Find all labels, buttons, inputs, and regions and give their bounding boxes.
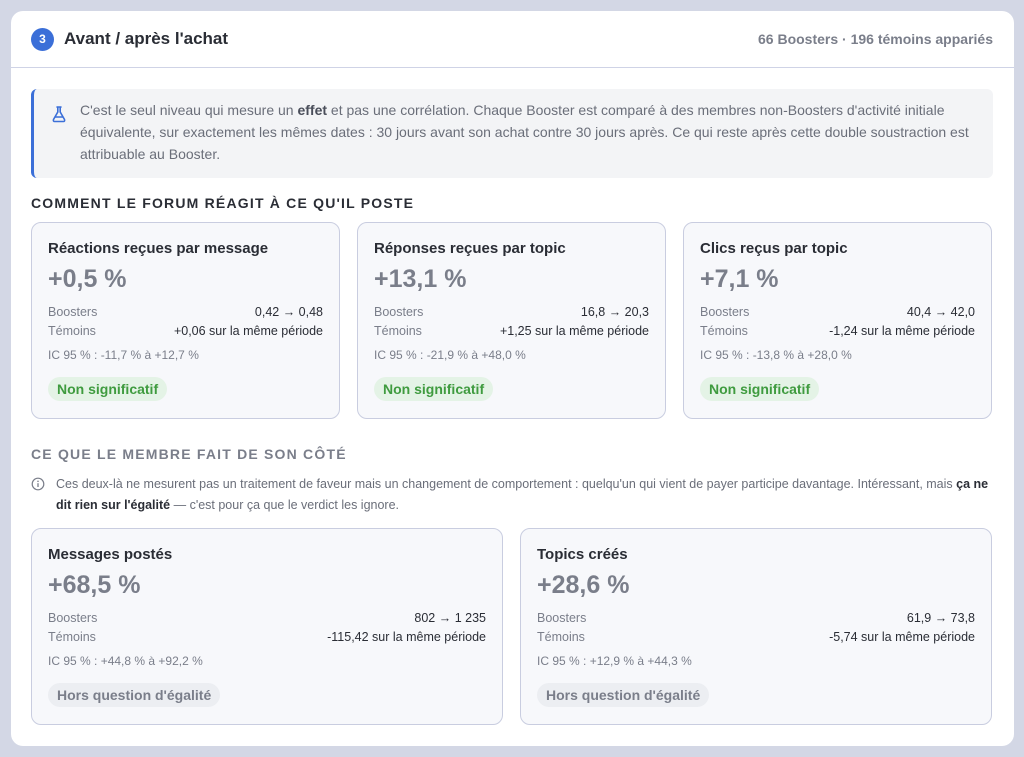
card-value: +7,1 % xyxy=(700,265,779,293)
metric-card-messages: Messages postés +68,5 % Boosters 802 → 1 … xyxy=(31,528,503,725)
temoins-row: Témoins -115,42 sur la même période xyxy=(48,630,486,644)
equality-badge: Hors question d'égalité xyxy=(48,683,221,707)
boosters-value: 61,9 → 73,8 xyxy=(906,611,975,625)
boosters-label: Boosters xyxy=(537,611,587,625)
boosters-label: Boosters xyxy=(48,611,98,625)
section-title-member: CE QUE LE MEMBRE FAIT DE SON CÔTÉ xyxy=(31,446,347,462)
panel-title: Avant / après l'achat xyxy=(64,29,229,48)
card-title: Messages postés xyxy=(48,546,173,563)
temoins-label: Témoins xyxy=(700,324,748,338)
significance-badge: Non significatif xyxy=(700,377,820,401)
panel-header: 3 Avant / après l'achat 66 Boosters · 19… xyxy=(11,11,1014,68)
temoins-value: +1,25 sur la même période xyxy=(499,324,649,338)
temoins-label: Témoins xyxy=(48,630,96,644)
boosters-row: Boosters 40,4 → 42,0 xyxy=(700,305,975,319)
boosters-label: Boosters xyxy=(48,305,98,319)
temoins-value: -115,42 sur la même période xyxy=(327,630,486,644)
temoins-value: -5,74 sur la même période xyxy=(829,630,975,644)
callout-bold: effet xyxy=(297,102,328,118)
boosters-value: 16,8 → 20,3 xyxy=(580,305,649,319)
card-value: +68,5 % xyxy=(48,571,141,599)
boosters-row: Boosters 61,9 → 73,8 xyxy=(537,611,975,625)
metric-card-reactions: Réactions reçues par message +0,5 % Boos… xyxy=(31,222,340,419)
before-after-panel: 3 Avant / après l'achat 66 Boosters · 19… xyxy=(11,11,1014,746)
step-badge: 3 xyxy=(31,27,54,51)
temoins-label: Témoins xyxy=(374,324,422,338)
card-title: Réponses reçues par topic xyxy=(374,240,566,257)
boosters-value: 802 → 1 235 xyxy=(414,611,486,625)
temoins-row: Témoins +1,25 sur la même période xyxy=(374,324,649,338)
significance-badge: Non significatif xyxy=(374,377,494,401)
temoins-label: Témoins xyxy=(537,630,585,644)
boosters-row: Boosters 0,42 → 0,48 xyxy=(48,305,323,319)
temoins-value: -1,24 sur la même période xyxy=(829,324,975,338)
flask-icon xyxy=(52,106,66,123)
confidence-interval: IC 95 % : -21,9 % à +48,0 % xyxy=(374,348,526,362)
card-title: Clics reçus par topic xyxy=(700,240,848,257)
note-text-2: — c'est pour ça que le verdict les ignor… xyxy=(170,498,400,512)
card-value: +13,1 % xyxy=(374,265,467,293)
confidence-interval: IC 95 % : -11,7 % à +12,7 % xyxy=(48,348,199,362)
behavior-note: Ces deux-là ne mesurent pas un traitemen… xyxy=(31,474,991,516)
significance-badge: Non significatif xyxy=(48,377,168,401)
confidence-interval: IC 95 % : +12,9 % à +44,3 % xyxy=(537,654,692,668)
temoins-row: Témoins -1,24 sur la même période xyxy=(700,324,975,338)
card-title: Topics créés xyxy=(537,546,628,563)
metric-card-clicks: Clics reçus par topic +7,1 % Boosters 40,… xyxy=(683,222,992,419)
temoins-label: Témoins xyxy=(48,324,96,338)
boosters-value: 40,4 → 42,0 xyxy=(906,305,975,319)
metric-card-replies: Réponses reçues par topic +13,1 % Booste… xyxy=(357,222,666,419)
callout-text-1: C'est le seul niveau qui mesure un xyxy=(80,102,298,118)
section-title-forum: COMMENT LE FORUM RÉAGIT À CE QU'IL POSTE xyxy=(31,195,415,211)
header-left: 3 Avant / après l'achat xyxy=(31,27,229,51)
boosters-label: Boosters xyxy=(700,305,750,319)
temoins-row: Témoins -5,74 sur la même période xyxy=(537,630,975,644)
confidence-interval: IC 95 % : -13,8 % à +28,0 % xyxy=(700,348,852,362)
card-title: Réactions reçues par message xyxy=(48,240,269,257)
sample-size-meta: 66 Boosters · 196 témoins appariés xyxy=(758,31,993,47)
confidence-interval: IC 95 % : +44,8 % à +92,2 % xyxy=(48,654,203,668)
card-value: +28,6 % xyxy=(537,571,630,599)
info-icon xyxy=(31,477,45,491)
card-value: +0,5 % xyxy=(48,265,127,293)
boosters-row: Boosters 16,8 → 20,3 xyxy=(374,305,649,319)
boosters-value: 0,42 → 0,48 xyxy=(254,305,323,319)
method-callout: C'est le seul niveau qui mesure un effet… xyxy=(31,89,993,178)
temoins-value: +0,06 sur la même période xyxy=(173,324,323,338)
equality-badge: Hors question d'égalité xyxy=(537,683,710,707)
metric-card-topics: Topics créés +28,6 % Boosters 61,9 → 73,8… xyxy=(520,528,992,725)
note-text-1: Ces deux-là ne mesurent pas un traitemen… xyxy=(56,477,957,491)
boosters-row: Boosters 802 → 1 235 xyxy=(48,611,486,625)
boosters-label: Boosters xyxy=(374,305,424,319)
temoins-row: Témoins +0,06 sur la même période xyxy=(48,324,323,338)
